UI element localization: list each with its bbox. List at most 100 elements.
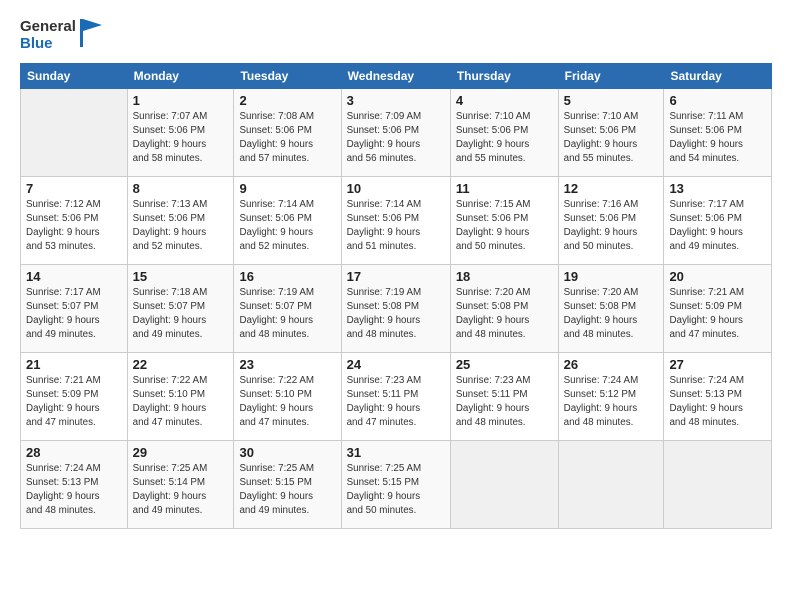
day-info: Sunrise: 7:17 AMSunset: 5:07 PMDaylight:… [26,286,122,343]
sunset-text: Sunset: 5:06 PM [347,212,445,226]
sunrise-text: Sunrise: 7:15 AM [456,198,553,212]
day-number: 12 [564,181,659,196]
calendar-cell: 14 Sunrise: 7:17 AMSunset: 5:07 PMDayligh… [21,264,128,352]
daylight-text-line2: and 54 minutes. [669,152,766,166]
sunset-text: Sunset: 5:15 PM [347,476,445,490]
day-info: Sunrise: 7:23 AMSunset: 5:11 PMDaylight:… [347,374,445,431]
day-info: Sunrise: 7:08 AMSunset: 5:06 PMDaylight:… [239,110,335,167]
day-number: 26 [564,357,659,372]
day-number: 8 [133,181,229,196]
sunrise-text: Sunrise: 7:22 AM [239,374,335,388]
day-info: Sunrise: 7:17 AMSunset: 5:06 PMDaylight:… [669,198,766,255]
day-info: Sunrise: 7:22 AMSunset: 5:10 PMDaylight:… [239,374,335,431]
day-info: Sunrise: 7:22 AMSunset: 5:10 PMDaylight:… [133,374,229,431]
daylight-text-line2: and 48 minutes. [26,504,122,518]
day-info: Sunrise: 7:21 AMSunset: 5:09 PMDaylight:… [669,286,766,343]
day-info: Sunrise: 7:24 AMSunset: 5:13 PMDaylight:… [26,462,122,519]
day-number: 22 [133,357,229,372]
day-number: 9 [239,181,335,196]
day-info: Sunrise: 7:25 AMSunset: 5:15 PMDaylight:… [239,462,335,519]
day-number: 24 [347,357,445,372]
sunset-text: Sunset: 5:09 PM [26,388,122,402]
calendar-cell: 31 Sunrise: 7:25 AMSunset: 5:15 PMDayligh… [341,440,450,528]
day-info: Sunrise: 7:20 AMSunset: 5:08 PMDaylight:… [564,286,659,343]
day-number: 27 [669,357,766,372]
calendar-cell: 25 Sunrise: 7:23 AMSunset: 5:11 PMDayligh… [450,352,558,440]
logo-line1: General [20,18,76,35]
calendar-cell: 10Sunrise: 7:14 AMSunset: 5:06 PMDayligh… [341,176,450,264]
calendar-cell: 29Sunrise: 7:25 AMSunset: 5:14 PMDayligh… [127,440,234,528]
daylight-text-line1: Daylight: 9 hours [564,138,659,152]
sunset-text: Sunset: 5:12 PM [564,388,659,402]
sunrise-text: Sunrise: 7:14 AM [239,198,335,212]
daylight-text-line2: and 55 minutes. [564,152,659,166]
sunrise-text: Sunrise: 7:24 AM [26,462,122,476]
daylight-text-line1: Daylight: 9 hours [456,138,553,152]
day-info: Sunrise: 7:12 AMSunset: 5:06 PMDaylight:… [26,198,122,255]
daylight-text-line1: Daylight: 9 hours [239,138,335,152]
day-info: Sunrise: 7:25 AMSunset: 5:15 PMDaylight:… [347,462,445,519]
daylight-text-line1: Daylight: 9 hours [456,314,553,328]
day-number: 20 [669,269,766,284]
calendar-cell: 7 Sunrise: 7:12 AMSunset: 5:06 PMDaylight… [21,176,128,264]
daylight-text-line2: and 47 minutes. [26,416,122,430]
sunrise-text: Sunrise: 7:18 AM [133,286,229,300]
sunset-text: Sunset: 5:06 PM [669,124,766,138]
day-info: Sunrise: 7:23 AMSunset: 5:11 PMDaylight:… [456,374,553,431]
sunset-text: Sunset: 5:06 PM [564,212,659,226]
day-info: Sunrise: 7:09 AMSunset: 5:06 PMDaylight:… [347,110,445,167]
daylight-text-line2: and 49 minutes. [133,504,229,518]
sunrise-text: Sunrise: 7:25 AM [239,462,335,476]
day-number: 25 [456,357,553,372]
day-number: 31 [347,445,445,460]
daylight-text-line1: Daylight: 9 hours [669,226,766,240]
logo-line2: Blue [20,35,76,52]
sunset-text: Sunset: 5:07 PM [239,300,335,314]
day-number: 2 [239,93,335,108]
daylight-text-line2: and 49 minutes. [239,504,335,518]
day-info: Sunrise: 7:21 AMSunset: 5:09 PMDaylight:… [26,374,122,431]
day-number: 11 [456,181,553,196]
day-info: Sunrise: 7:14 AMSunset: 5:06 PMDaylight:… [239,198,335,255]
weekday-header-wednesday: Wednesday [341,63,450,88]
calendar-cell [558,440,664,528]
sunset-text: Sunset: 5:10 PM [239,388,335,402]
daylight-text-line2: and 49 minutes. [669,240,766,254]
calendar-cell: 16Sunrise: 7:19 AMSunset: 5:07 PMDayligh… [234,264,341,352]
sunrise-text: Sunrise: 7:07 AM [133,110,229,124]
day-number: 23 [239,357,335,372]
daylight-text-line2: and 57 minutes. [239,152,335,166]
calendar-cell: 15Sunrise: 7:18 AMSunset: 5:07 PMDayligh… [127,264,234,352]
sunrise-text: Sunrise: 7:20 AM [456,286,553,300]
sunset-text: Sunset: 5:09 PM [669,300,766,314]
calendar-cell: 2 Sunrise: 7:08 AMSunset: 5:06 PMDaylight… [234,88,341,176]
daylight-text-line1: Daylight: 9 hours [239,490,335,504]
sunrise-text: Sunrise: 7:14 AM [347,198,445,212]
sunset-text: Sunset: 5:08 PM [347,300,445,314]
daylight-text-line1: Daylight: 9 hours [26,314,122,328]
sunrise-text: Sunrise: 7:22 AM [133,374,229,388]
daylight-text-line2: and 49 minutes. [26,328,122,342]
sunset-text: Sunset: 5:08 PM [456,300,553,314]
day-number: 7 [26,181,122,196]
daylight-text-line2: and 48 minutes. [456,416,553,430]
daylight-text-line1: Daylight: 9 hours [564,402,659,416]
day-number: 17 [347,269,445,284]
daylight-text-line2: and 52 minutes. [239,240,335,254]
calendar-cell [664,440,772,528]
weekday-header-monday: Monday [127,63,234,88]
sunset-text: Sunset: 5:11 PM [347,388,445,402]
day-number: 14 [26,269,122,284]
sunrise-text: Sunrise: 7:21 AM [26,374,122,388]
daylight-text-line1: Daylight: 9 hours [564,226,659,240]
daylight-text-line1: Daylight: 9 hours [669,138,766,152]
sunset-text: Sunset: 5:06 PM [26,212,122,226]
calendar-cell: 4Sunrise: 7:10 AMSunset: 5:06 PMDaylight… [450,88,558,176]
calendar-cell: 17Sunrise: 7:19 AMSunset: 5:08 PMDayligh… [341,264,450,352]
calendar-cell: 3Sunrise: 7:09 AMSunset: 5:06 PMDaylight… [341,88,450,176]
day-number: 16 [239,269,335,284]
sunset-text: Sunset: 5:13 PM [669,388,766,402]
sunrise-text: Sunrise: 7:17 AM [669,198,766,212]
sunset-text: Sunset: 5:08 PM [564,300,659,314]
day-number: 6 [669,93,766,108]
